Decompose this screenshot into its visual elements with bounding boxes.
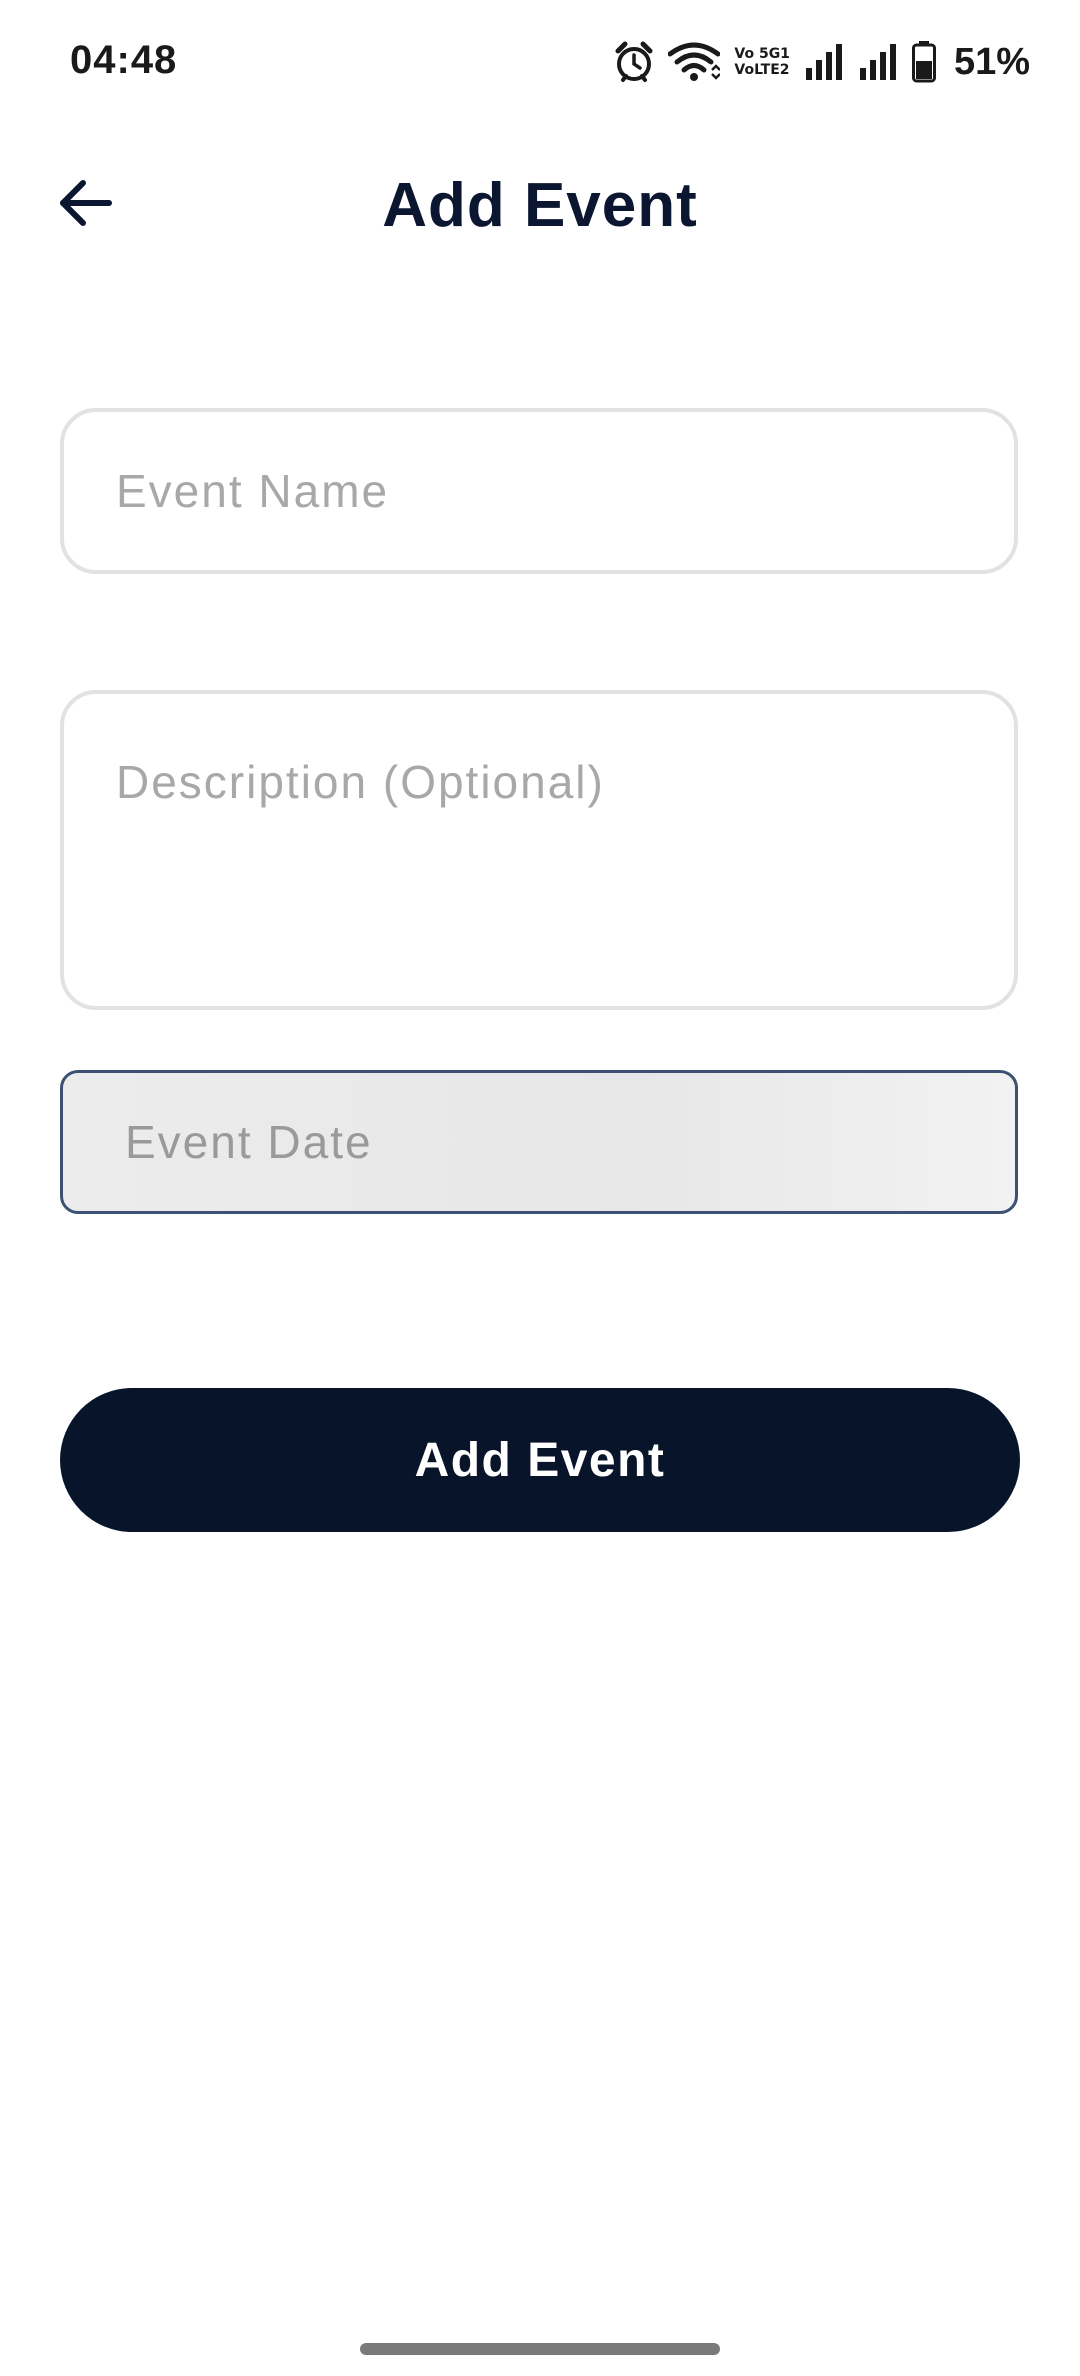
volte-5g-icon: Vo 5G1 VoLTE2: [734, 46, 790, 78]
page-title: Add Event: [382, 171, 698, 240]
signal-icon: [804, 42, 844, 82]
description-field[interactable]: [60, 690, 1018, 1010]
add-event-button[interactable]: Add Event: [60, 1388, 1020, 1532]
status-icons: Vo 5G1 VoLTE2 51%: [614, 38, 1030, 86]
home-indicator[interactable]: [360, 2343, 720, 2355]
event-name-input[interactable]: [64, 412, 1014, 570]
description-input[interactable]: [64, 694, 1014, 1006]
signal-icon: [858, 42, 898, 82]
event-date-picker[interactable]: Event Date: [60, 1070, 1018, 1214]
wifi-icon: [668, 42, 721, 82]
status-bar: 04:48 Vo 5G1 VoLTE2 51%: [0, 0, 1080, 128]
battery-icon: [911, 41, 936, 83]
status-time: 04:48: [70, 38, 178, 82]
event-name-field[interactable]: [60, 408, 1018, 574]
alarm-icon: [614, 41, 654, 83]
event-date-placeholder: Event Date: [125, 1116, 373, 1168]
battery-percent: 51%: [953, 40, 1030, 83]
app-bar: Add Event: [0, 150, 1080, 260]
